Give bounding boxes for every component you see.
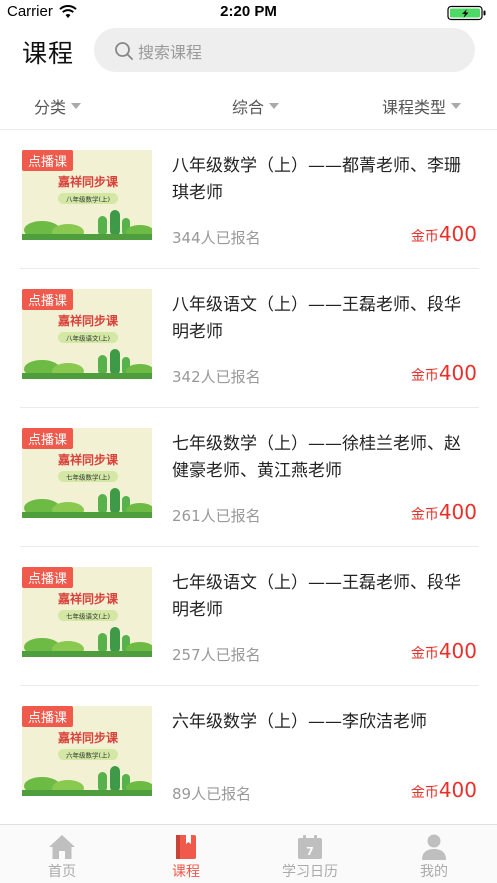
- enroll-count: 257人已报名: [172, 646, 261, 664]
- course-price: 金币400: [411, 639, 477, 663]
- course-list-item[interactable]: 嘉祥同步课 八年级语文(上) 点播课 八年级语文（上）——王磊老师、段华明老师 …: [0, 269, 497, 408]
- price-value: 400: [438, 361, 477, 385]
- vod-course-badge: 点播课: [22, 706, 74, 727]
- course-title: 七年级语文（上）——王磊老师、段华明老师: [172, 573, 461, 620]
- course-thumbnail: 嘉祥同步课 八年级数学(上) 点播课: [22, 150, 154, 240]
- subject-tag: 八年级语文(上): [66, 334, 110, 343]
- vod-course-badge: 点播课: [22, 567, 74, 588]
- price-value: 400: [438, 222, 477, 246]
- price-value: 400: [438, 500, 477, 524]
- tab-profile-label: 我的: [420, 864, 448, 880]
- search-input[interactable]: 搜索课程: [94, 28, 475, 72]
- course-list-item[interactable]: 嘉祥同步课 八年级数学(上) 点播课 八年级数学（上）——都菁老师、李珊琪老师 …: [0, 130, 497, 269]
- battery-icon: [447, 5, 486, 21]
- tab-home[interactable]: 首页: [0, 825, 124, 883]
- course-list-item[interactable]: 嘉祥同步课 六年级数学(上) 点播课 六年级数学（上）——李欣洁老师 89人已报…: [0, 686, 497, 825]
- status-bar: Carrier 2:20 PM: [0, 0, 497, 26]
- course-thumbnail: 嘉祥同步课 六年级数学(上) 点播课: [22, 706, 154, 796]
- subject-tag: 六年级数学(上): [66, 751, 110, 760]
- price-value: 400: [438, 639, 477, 663]
- tab-profile[interactable]: 我的: [372, 825, 496, 883]
- enroll-count: 342人已报名: [172, 368, 261, 386]
- vod-course-badge: 点播课: [22, 150, 74, 171]
- banner-text: 嘉祥同步课: [57, 591, 119, 606]
- user-icon: [422, 834, 446, 860]
- tab-bar: 首页 课程 7 学习日历 我的: [0, 824, 497, 883]
- banner-text: 嘉祥同步课: [57, 730, 119, 745]
- course-thumbnail: 嘉祥同步课 七年级语文(上) 点播课: [22, 567, 154, 657]
- enroll-count: 261人已报名: [172, 507, 261, 525]
- banner-text: 嘉祥同步课: [57, 174, 119, 189]
- price-unit: 金币: [410, 507, 439, 523]
- calendar-day: 7: [306, 845, 314, 858]
- course-thumbnail: 嘉祥同步课 八年级语文(上) 点播课: [22, 289, 154, 379]
- enroll-count: 89人已报名: [172, 785, 252, 803]
- filter-bar: 分类 综合 课程类型: [0, 82, 497, 130]
- banner-text: 嘉祥同步课: [57, 313, 119, 328]
- filter-general-dropdown[interactable]: 综合: [232, 94, 280, 118]
- course-list-item[interactable]: 嘉祥同步课 七年级数学(上) 点播课 七年级数学（上）——徐桂兰老师、赵健豪老师…: [0, 408, 497, 547]
- book-icon: [176, 835, 196, 859]
- caret-down-icon: [451, 103, 462, 109]
- filter-course-type-label: 课程类型: [382, 98, 447, 117]
- tab-study-calendar-label: 学习日历: [282, 864, 338, 880]
- course-title: 八年级数学（上）——都菁老师、李珊琪老师: [172, 156, 461, 203]
- subject-tag: 七年级语文(上): [66, 612, 110, 621]
- price-unit: 金币: [410, 368, 439, 384]
- status-time: 2:20 PM: [220, 3, 277, 20]
- tab-courses[interactable]: 课程: [124, 825, 248, 883]
- filter-category-label: 分类: [34, 98, 67, 117]
- course-price: 金币400: [411, 778, 477, 802]
- home-icon: [49, 835, 75, 859]
- header: 课程 搜索课程: [0, 26, 497, 82]
- filter-general-label: 综合: [232, 98, 265, 117]
- vod-course-badge: 点播课: [22, 289, 74, 310]
- course-title: 八年级语文（上）——王磊老师、段华明老师: [172, 295, 461, 342]
- course-price: 金币400: [411, 222, 477, 246]
- subject-tag: 八年级数学(上): [66, 195, 110, 204]
- course-thumbnail: 嘉祥同步课 七年级数学(上) 点播课: [22, 428, 154, 518]
- page-title: 课程: [22, 39, 75, 68]
- filter-course-type-dropdown[interactable]: 课程类型: [382, 94, 462, 118]
- tab-study-calendar[interactable]: 7 学习日历: [248, 825, 372, 883]
- vod-course-badge: 点播课: [22, 428, 74, 449]
- price-unit: 金币: [410, 229, 439, 245]
- price-value: 400: [438, 778, 477, 802]
- enroll-count: 344人已报名: [172, 229, 261, 247]
- course-price: 金币400: [411, 361, 477, 385]
- search-placeholder: 搜索课程: [138, 43, 203, 62]
- caret-down-icon: [71, 103, 82, 109]
- filter-category-dropdown[interactable]: 分类: [34, 94, 82, 118]
- search-icon: [115, 42, 133, 60]
- tab-courses-label: 课程: [172, 864, 200, 880]
- course-title: 六年级数学（上）——李欣洁老师: [172, 712, 427, 732]
- subject-tag: 七年级数学(上): [66, 473, 110, 482]
- banner-text: 嘉祥同步课: [57, 452, 119, 467]
- course-title: 七年级数学（上）——徐桂兰老师、赵健豪老师、黄江燕老师: [172, 434, 461, 481]
- calendar-icon: 7: [298, 835, 322, 859]
- course-list-item[interactable]: 嘉祥同步课 七年级语文(上) 点播课 七年级语文（上）——王磊老师、段华明老师 …: [0, 547, 497, 686]
- course-price: 金币400: [411, 500, 477, 524]
- caret-down-icon: [269, 103, 280, 109]
- tab-home-label: 首页: [48, 864, 76, 880]
- price-unit: 金币: [410, 646, 439, 662]
- price-unit: 金币: [410, 785, 439, 801]
